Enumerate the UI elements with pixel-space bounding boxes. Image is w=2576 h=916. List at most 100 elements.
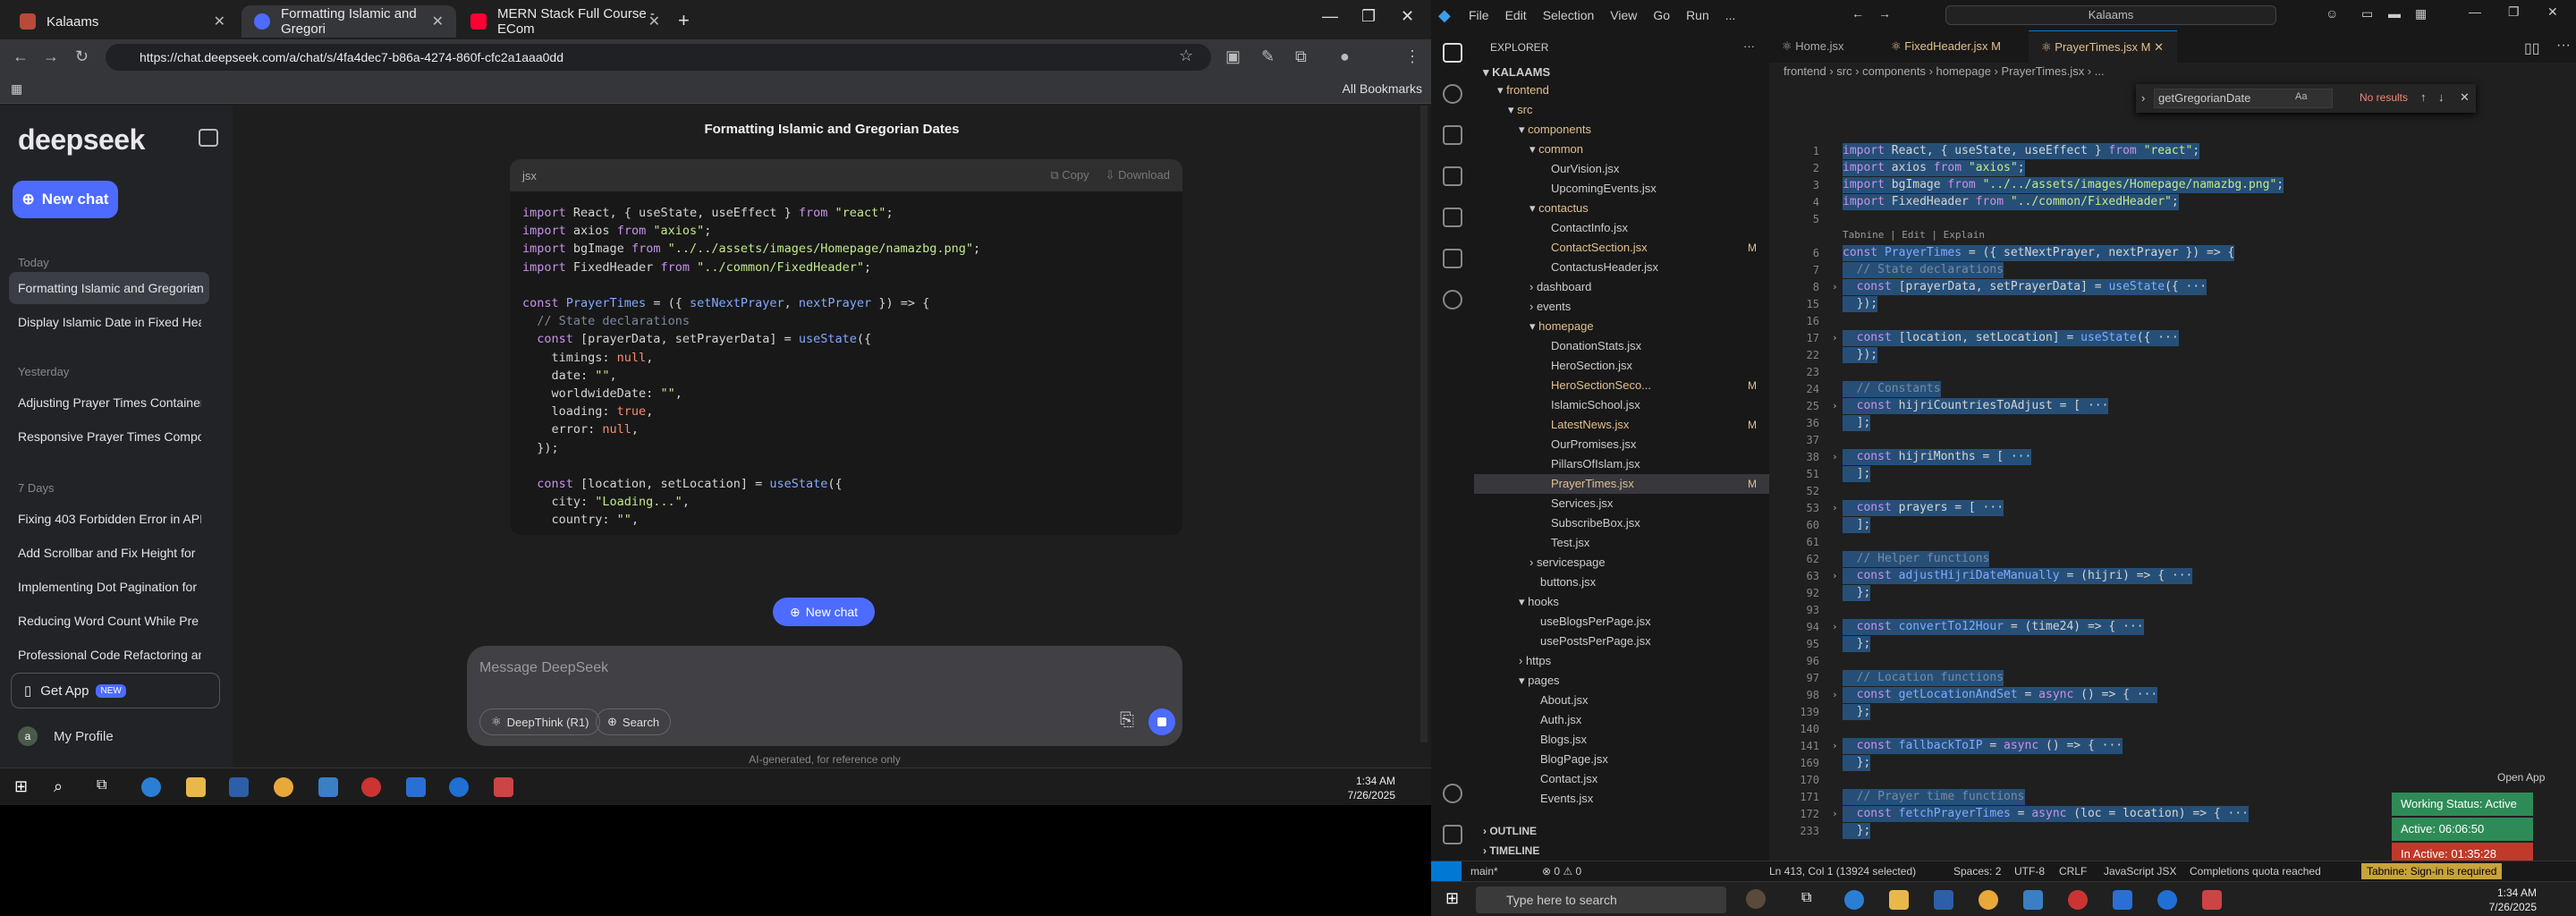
file-item[interactable]: Auth.jsx (1540, 710, 1581, 730)
back-icon[interactable]: ← (13, 47, 29, 66)
nav-forward-icon[interactable]: → (1878, 6, 1891, 21)
folder-frontend[interactable]: frontend (1497, 81, 1549, 100)
file-item[interactable]: BlogPage.jsx (1540, 750, 1608, 769)
new-chat-floating-button[interactable]: ⊕ New chat (773, 598, 875, 626)
browser-tab-deepseek[interactable]: Formatting Islamic and Gregori ✕ (242, 5, 456, 38)
tab-home[interactable]: ⚛ Home.jsx (1769, 30, 1875, 63)
apps-grid-icon[interactable]: ▦ (11, 81, 22, 97)
folder-homepage[interactable]: homepage (1530, 317, 1593, 336)
windows-start-icon[interactable]: ⊞ (14, 777, 34, 797)
outline-section[interactable]: › OUTLINE (1483, 821, 1537, 841)
explorer-icon[interactable] (1443, 43, 1462, 63)
extensions-icon[interactable] (1443, 208, 1462, 227)
nav-back-icon[interactable]: ← (1852, 6, 1864, 21)
folder-events[interactable]: events (1530, 297, 1571, 317)
folder-contactus[interactable]: contactus (1530, 199, 1589, 218)
browser-tab-kalaams[interactable]: Kalaams ✕ (7, 5, 238, 38)
edge-icon[interactable] (1844, 890, 1864, 910)
file-explorer-icon[interactable] (1889, 890, 1909, 910)
accounts-icon[interactable] (1443, 784, 1462, 803)
taskbar-clock[interactable]: 1:34 AM 7/26/2025 (2489, 886, 2537, 914)
layout-custom-icon[interactable]: ▦ (2415, 6, 2427, 21)
file-item[interactable]: UpcomingEvents.jsx (1551, 179, 1657, 199)
download-button[interactable]: ⇩ Download (1106, 168, 1170, 182)
file-item-selected[interactable]: PrayerTimes.jsx (1474, 474, 1769, 494)
search-toggle[interactable]: ⊕ Search (596, 708, 672, 735)
new-tab-icon[interactable]: + (678, 9, 690, 32)
search-icon[interactable] (1443, 84, 1462, 104)
file-item[interactable]: ContactSection.jsx (1551, 238, 1648, 258)
command-center-search[interactable]: Kalaams (1945, 5, 2276, 25)
file-item[interactable]: About.jsx (1540, 691, 1588, 710)
file-item[interactable]: DonationStats.jsx (1551, 336, 1641, 356)
menu-go[interactable]: Go (1653, 8, 1670, 22)
file-item[interactable]: HeroSectionSeco... (1551, 376, 1651, 395)
match-case-icon[interactable]: Aa (2295, 91, 2307, 102)
edge-icon[interactable] (141, 777, 161, 797)
tab-prayertimes[interactable]: ⚛ PrayerTimes.jsx M ✕ (2029, 30, 2177, 63)
folder-dashboard[interactable]: dashboard (1530, 277, 1591, 297)
file-item[interactable]: HeroSection.jsx (1551, 356, 1632, 376)
taskbar-clock[interactable]: 1:34 AM 7/26/2025 (1348, 774, 1395, 802)
open-app-link[interactable]: Open App (2497, 771, 2545, 784)
file-item[interactable]: useBlogsPerPage.jsx (1540, 612, 1651, 632)
history-item[interactable]: Add Scrollbar and Fix Height for (18, 546, 201, 560)
task-view-icon[interactable]: ⧉ (1801, 890, 1821, 910)
deepthink-toggle[interactable]: ⚛ DeepThink (R1) (479, 708, 601, 735)
breadcrumb[interactable]: frontend › src › components › homepage ›… (1784, 64, 2105, 78)
scrollbar[interactable] (1420, 106, 1428, 742)
close-tab-icon[interactable]: ✕ (648, 13, 660, 30)
close-tab-icon[interactable]: ✕ (432, 13, 444, 30)
file-item[interactable]: Contact.jsx (1540, 769, 1597, 789)
store-icon[interactable] (1934, 890, 1953, 910)
vscode-alt-icon[interactable] (2113, 890, 2132, 910)
message-input[interactable]: Message DeepSeek (479, 660, 608, 676)
close-window-icon[interactable]: ✕ (1401, 7, 1414, 26)
history-item[interactable]: Fixing 403 Forbidden Error in API (18, 512, 201, 526)
history-item[interactable]: Formatting Islamic and Gregorian ··· (9, 272, 209, 304)
history-item[interactable]: Professional Code Refactoring an (18, 648, 201, 662)
folder-servicespage[interactable]: servicespage (1530, 553, 1606, 572)
file-explorer-icon[interactable] (186, 777, 206, 797)
vscode-alt-icon[interactable] (406, 777, 426, 797)
source-control-icon[interactable] (1443, 125, 1462, 145)
layout-panel-icon[interactable]: ▬ (2388, 6, 2401, 21)
file-item[interactable]: ContactInfo.jsx (1551, 218, 1628, 238)
chrome-icon[interactable] (274, 777, 293, 797)
file-item[interactable]: Services.jsx (1551, 494, 1613, 513)
file-item[interactable]: OurPromises.jsx (1551, 435, 1636, 454)
github-icon[interactable] (2068, 890, 2088, 910)
split-editor-icon[interactable]: ▯▯ (2524, 39, 2540, 57)
folder-components[interactable]: components (1519, 120, 1591, 140)
my-profile-button[interactable]: a My Profile (18, 726, 114, 746)
menu-file[interactable]: File (1469, 8, 1489, 22)
close-tab-icon[interactable]: ✕ (214, 13, 225, 30)
file-item[interactable]: SubscribeBox.jsx (1551, 513, 1640, 533)
minimize-icon[interactable]: — (1322, 7, 1338, 26)
chrome-icon[interactable] (1979, 890, 1998, 910)
file-item[interactable]: LatestNews.jsx (1551, 415, 1629, 435)
history-item[interactable]: Adjusting Prayer Times Container (18, 395, 201, 410)
workspace-root[interactable]: ▾ KALAAMS (1483, 63, 1550, 82)
code-editor[interactable]: 1 import React, { useState, useEffect } f… (1769, 111, 2576, 839)
explorer-more-icon[interactable]: ··· (1743, 39, 1755, 53)
tabnine-status[interactable]: Tabnine: Sign-in is required (2361, 863, 2503, 879)
menu-dots-icon[interactable]: ⋮ (1404, 47, 1420, 66)
menu-selection[interactable]: Selection (1543, 8, 1595, 22)
mongodb-icon[interactable] (1443, 290, 1462, 310)
file-item[interactable]: usePostsPerPage.jsx (1540, 632, 1651, 651)
problems-status[interactable]: ⊗ 0 ⚠ 0 (1542, 865, 1581, 878)
next-match-icon[interactable]: ↓ (2438, 90, 2445, 104)
file-item[interactable]: buttons.jsx (1540, 572, 1596, 592)
history-item[interactable]: Display Islamic Date in Fixed Head (18, 315, 201, 329)
history-item[interactable]: Implementing Dot Pagination for (18, 580, 201, 594)
zoom-icon[interactable] (2157, 890, 2177, 910)
file-item[interactable]: Blogs.jsx (1540, 730, 1587, 750)
folder-https[interactable]: https (1519, 651, 1551, 671)
layout-sidebar-icon[interactable]: ▭ (2361, 6, 2373, 21)
stop-button[interactable] (1148, 708, 1175, 735)
history-item[interactable]: Responsive Prayer Times Compo (18, 429, 201, 444)
timeline-section[interactable]: › TIMELINE (1483, 841, 1539, 861)
forward-icon[interactable]: → (43, 47, 59, 66)
collapse-sidebar-icon[interactable] (199, 129, 218, 147)
